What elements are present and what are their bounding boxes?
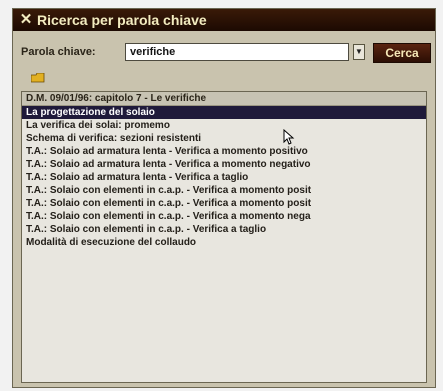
keyword-dropdown-button[interactable]: ▼ xyxy=(353,44,365,60)
mouse-cursor-icon xyxy=(283,129,295,145)
results-list[interactable]: D.M. 09/01/96: capitolo 7 - Le verifiche… xyxy=(21,91,427,383)
results-header[interactable]: D.M. 09/01/96: capitolo 7 - Le verifiche xyxy=(22,92,426,106)
list-item[interactable]: T.A.: Solaio con elementi in c.a.p. - Ve… xyxy=(22,197,426,210)
keyword-input[interactable] xyxy=(125,43,349,61)
list-item[interactable]: T.A.: Solaio con elementi in c.a.p. - Ve… xyxy=(22,223,426,236)
title-bar[interactable]: ✕ Ricerca per parola chiave xyxy=(13,9,435,31)
folder-icon[interactable] xyxy=(31,73,45,83)
list-item[interactable]: Modalità di esecuzione del collaudo xyxy=(22,236,426,249)
list-item[interactable]: La verifica dei solai: promemo xyxy=(22,119,426,132)
list-item[interactable]: Schema di verifica: sezioni resistenti xyxy=(22,132,426,145)
list-item[interactable]: T.A.: Solaio ad armatura lenta - Verific… xyxy=(22,145,426,158)
search-button[interactable]: Cerca xyxy=(373,43,431,63)
list-item[interactable]: T.A.: Solaio con elementi in c.a.p. - Ve… xyxy=(22,210,426,223)
chevron-down-icon: ▼ xyxy=(355,47,363,56)
keyword-label: Parola chiave: xyxy=(21,46,96,58)
list-item[interactable]: T.A.: Solaio ad armatura lenta - Verific… xyxy=(22,171,426,184)
search-window: ✕ Ricerca per parola chiave Parola chiav… xyxy=(12,8,436,388)
list-item[interactable]: T.A.: Solaio con elementi in c.a.p. - Ve… xyxy=(22,184,426,197)
list-item[interactable]: La progettazione del solaio xyxy=(22,106,426,119)
search-row: Parola chiave: ▼ Cerca xyxy=(21,43,431,63)
close-icon[interactable]: ✕ xyxy=(19,9,33,31)
list-item[interactable]: T.A.: Solaio ad armatura lenta - Verific… xyxy=(22,158,426,171)
window-title: Ricerca per parola chiave xyxy=(37,12,207,28)
